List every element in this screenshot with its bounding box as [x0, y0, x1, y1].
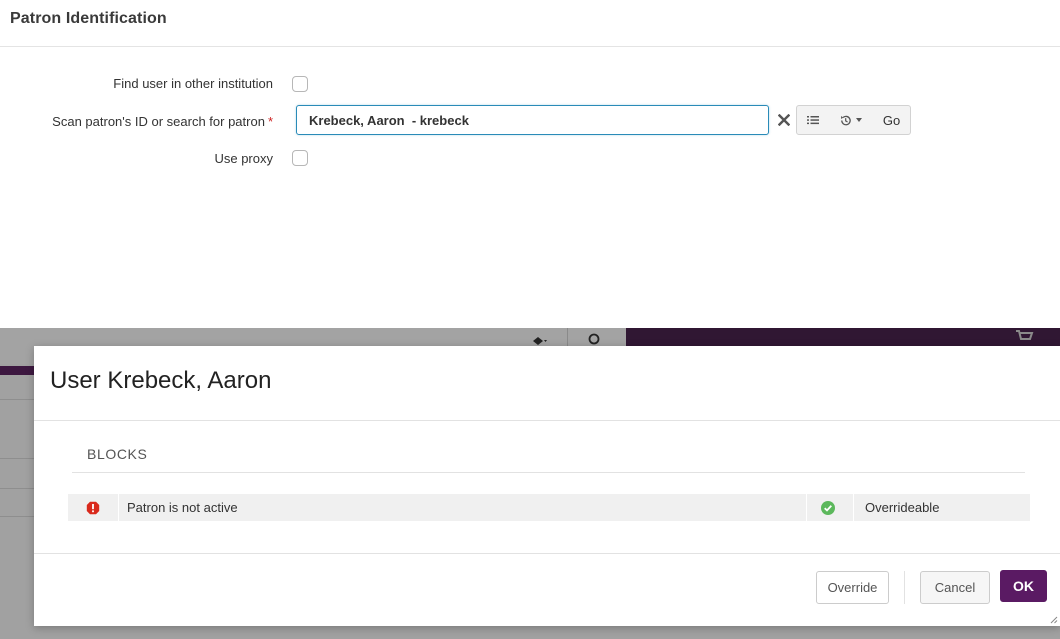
background-search-icon [588, 333, 600, 345]
go-button[interactable]: Go [873, 105, 911, 135]
history-icon [841, 115, 851, 125]
block-description: Patron is not active [127, 500, 238, 515]
list-button[interactable] [796, 105, 829, 135]
find-other-institution-checkbox[interactable] [292, 76, 308, 92]
scan-patron-label-text: Scan patron's ID or search for patron [52, 114, 265, 129]
blocks-divider [72, 472, 1025, 473]
background-row-line [0, 488, 34, 489]
find-other-institution-label: Find user in other institution [113, 76, 273, 91]
check-circle-icon [821, 501, 835, 515]
warning-icon [86, 501, 100, 515]
dialog-header-divider [34, 420, 1060, 421]
background-row-line [0, 516, 34, 517]
background-cart-icon [1016, 330, 1034, 340]
row-separator [118, 494, 119, 521]
list-icon [806, 116, 819, 125]
background-accent-strip [0, 366, 36, 375]
blocks-heading: BLOCKS [87, 446, 148, 462]
override-button[interactable]: Override [816, 571, 889, 604]
user-blocks-dialog: User Krebeck, Aaron BLOCKS Patron is not… [34, 346, 1060, 626]
row-separator [806, 494, 807, 521]
x-icon [778, 114, 790, 126]
override-status: Overrideable [865, 500, 940, 515]
block-row: Patron is not active Overrideable [68, 494, 1030, 521]
ok-button[interactable]: OK [1000, 570, 1047, 602]
patron-search-input[interactable] [296, 105, 769, 135]
chevron-down-icon [856, 118, 862, 122]
history-dropdown-button[interactable] [828, 105, 874, 135]
section-title: Patron Identification [10, 10, 167, 27]
cancel-button[interactable]: Cancel [920, 571, 990, 604]
section-divider [0, 46, 1060, 47]
background-row-line [0, 399, 34, 400]
use-proxy-checkbox[interactable] [292, 150, 308, 166]
dialog-title: User Krebeck, Aaron [50, 367, 272, 394]
scan-patron-label: Scan patron's ID or search for patron * [52, 114, 273, 129]
resize-grip-icon[interactable] [1050, 616, 1058, 624]
use-proxy-label: Use proxy [214, 151, 273, 166]
clear-button[interactable] [772, 105, 796, 135]
background-row-line [0, 458, 34, 459]
dialog-footer-divider [34, 553, 1060, 554]
footer-separator [904, 571, 905, 604]
row-separator [853, 494, 854, 521]
required-marker: * [267, 114, 273, 129]
